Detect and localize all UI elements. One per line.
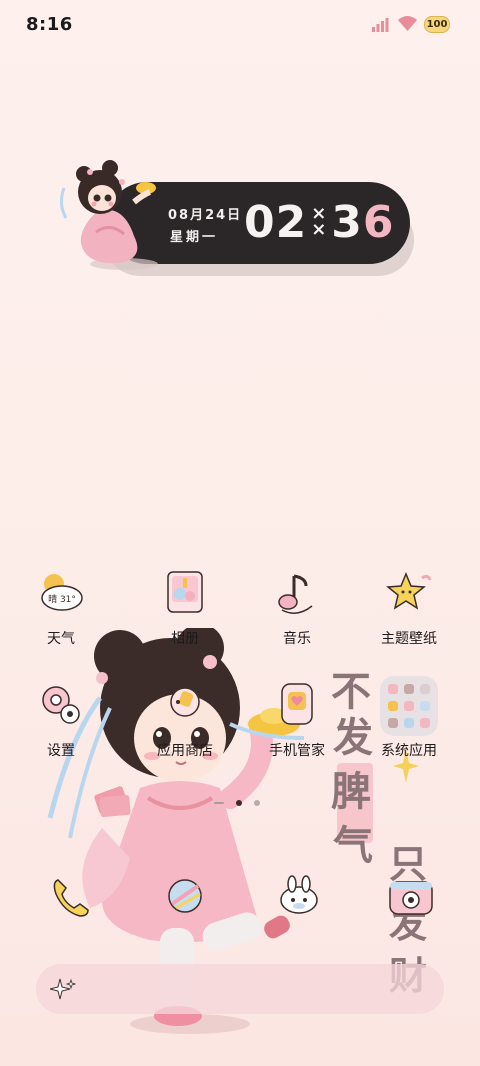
status-bar: 8:16 100 <box>0 0 480 48</box>
music-icon <box>278 574 313 614</box>
page-dot-3 <box>254 800 260 806</box>
theme-wallpaper-icon <box>386 572 432 610</box>
clock-hour: 02 <box>244 196 308 248</box>
app-label-weather: 天气 <box>47 631 75 647</box>
clock-time: 02 × × 3 6 <box>244 194 394 250</box>
app-label-settings: 设置 <box>47 743 75 759</box>
app-label-app-store: 应用商店 <box>157 743 213 759</box>
signal-bars-icon <box>372 18 389 32</box>
camera-icon[interactable] <box>386 872 436 922</box>
app-settings[interactable]: 设置 <box>6 680 116 776</box>
app-label-gallery: 相册 <box>171 631 199 647</box>
clock-widget[interactable]: 08月24日 星期一 02 × × 3 6 <box>54 148 414 280</box>
clock-date: 08月24日 <box>168 208 243 223</box>
clock-minute-tens: 3 <box>331 196 363 248</box>
app-label-theme-wallpaper: 主题壁纸 <box>381 631 437 647</box>
app-weather[interactable]: 晴 31° 天气 <box>6 568 116 664</box>
browser-icon[interactable] <box>160 872 210 922</box>
app-store[interactable]: 应用商店 <box>130 680 240 776</box>
status-time: 8:16 <box>26 14 73 35</box>
callig-char-4: 气 <box>333 822 373 869</box>
gallery-icon <box>167 571 203 613</box>
search-bar[interactable] <box>36 964 444 1014</box>
messages-icon[interactable] <box>274 872 324 922</box>
app-label-music: 音乐 <box>283 631 311 647</box>
app-label-system-apps: 系统应用 <box>381 743 437 759</box>
page-dot-active <box>236 800 242 806</box>
app-gallery[interactable]: 相册 <box>130 568 240 664</box>
app-phone-manager[interactable]: 手机管家 <box>242 680 352 776</box>
wifi-icon <box>398 16 417 31</box>
phone-manager-icon <box>281 683 313 725</box>
sparkle-icon <box>50 978 76 1000</box>
app-theme-wallpaper[interactable]: 主题壁纸 <box>354 568 464 664</box>
app-store-icon <box>170 687 200 717</box>
app-label-phone-manager: 手机管家 <box>269 743 325 759</box>
app-music[interactable]: 音乐 <box>242 568 352 664</box>
page-indicator[interactable] <box>214 798 266 808</box>
battery-indicator: 100 <box>424 16 450 33</box>
app-system-apps-folder[interactable]: 系统应用 <box>354 676 464 776</box>
settings-icon <box>42 686 80 724</box>
clock-weekday: 星期一 <box>170 230 219 245</box>
phone-icon[interactable] <box>46 872 96 922</box>
clock-minute-ones: 6 <box>362 196 395 248</box>
weather-icon: 晴 31° <box>41 574 83 611</box>
clock-separator: × × <box>311 203 328 240</box>
weather-text: 晴 31° <box>48 593 76 605</box>
page-dot-1 <box>214 802 224 804</box>
widget-girl-illustration <box>59 160 158 270</box>
system-apps-folder-icon <box>380 676 438 736</box>
